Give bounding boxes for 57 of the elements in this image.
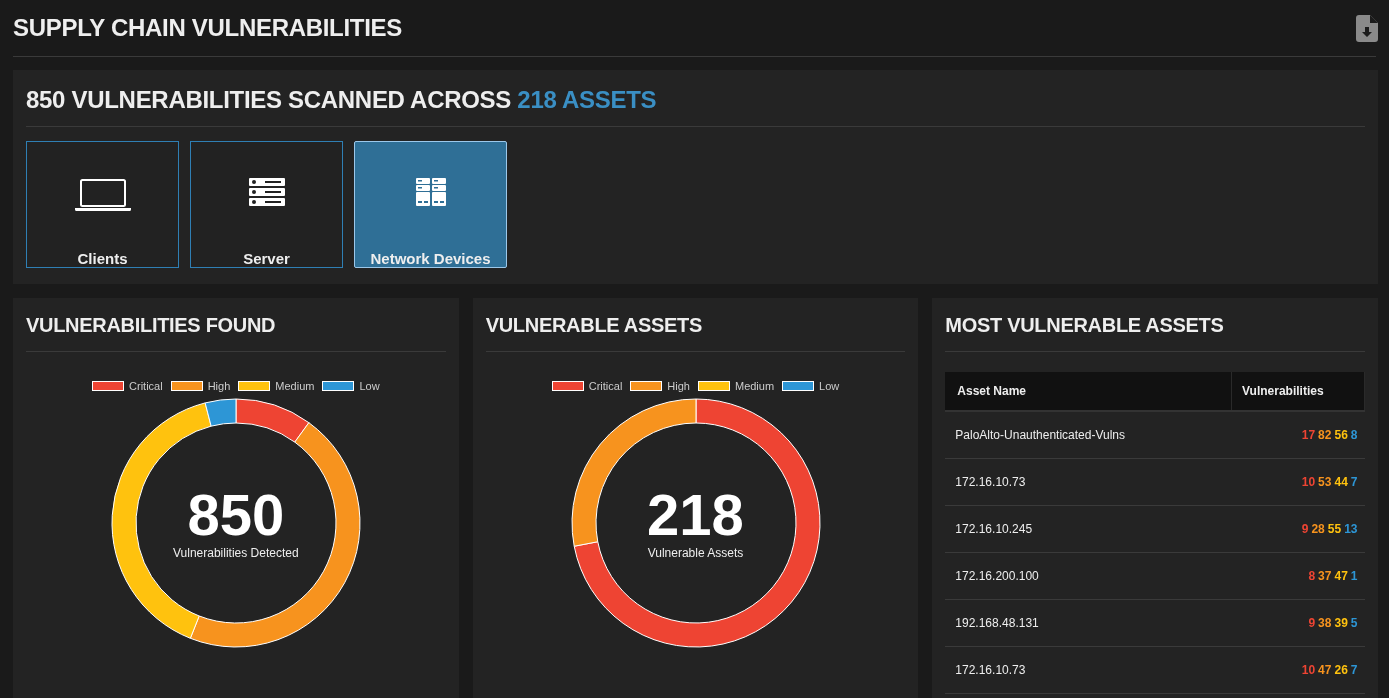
category-tile[interactable]: Clients xyxy=(26,141,179,268)
severity-count: 28 xyxy=(1311,522,1325,536)
severity-count: 55 xyxy=(1327,522,1342,536)
severity-count: 8 xyxy=(1308,569,1316,583)
severity-count: 44 xyxy=(1334,475,1348,489)
severity-count: 13 xyxy=(1344,522,1358,536)
panel-title: VULNERABILITIES FOUND xyxy=(26,298,446,352)
column-header: Vulnerabilities xyxy=(1231,372,1365,411)
severity-count: 39 xyxy=(1334,616,1348,630)
table-cell: PaloAlto-Unauthenticated-Vulns xyxy=(945,411,1232,459)
file-download-icon xyxy=(1356,14,1378,42)
table-cell: 172.16.10.245 xyxy=(945,505,1232,553)
legend-label: High xyxy=(207,380,231,392)
panel-title: MOST VULNERABLE ASSETS xyxy=(945,298,1365,352)
server-icon xyxy=(248,178,285,206)
severity-count: 9 xyxy=(1308,616,1316,630)
donut-total: 850 xyxy=(186,486,286,544)
severity-count: 10 xyxy=(1301,663,1316,677)
severity-count: 1 xyxy=(1350,569,1358,583)
severity-count: 8 xyxy=(1350,428,1358,442)
legend-label: Medium xyxy=(734,380,775,392)
severity-count: 17 xyxy=(1301,428,1316,442)
severity-count: 53 xyxy=(1318,475,1332,489)
severity-count: 47 xyxy=(1334,569,1348,583)
donut-caption: Vulnerable Assets xyxy=(646,546,745,560)
severity-count: 7 xyxy=(1350,475,1358,489)
severity-count: 7 xyxy=(1350,663,1358,677)
severity-count: 10 xyxy=(1301,475,1316,489)
severity-count: 9 xyxy=(1301,522,1309,536)
legend-label: Low xyxy=(359,380,380,392)
server-rack-icon xyxy=(415,178,446,206)
table-cell: 192.168.48.131 xyxy=(945,599,1232,647)
column-header: Asset Name xyxy=(945,372,1232,411)
severity-count: 47 xyxy=(1318,663,1332,677)
severity-count: 82 xyxy=(1318,428,1332,442)
severity-count: 38 xyxy=(1318,616,1332,630)
table-cell: 172.16.10.73 xyxy=(945,646,1232,694)
category-tile[interactable]: Server xyxy=(190,141,343,268)
summary-title: 850 VULNERABILITIES SCANNED ACROSS 218 ASSETS xyxy=(26,86,1365,127)
legend-label: Critical xyxy=(129,380,163,392)
page-title: SUPPLY CHAIN VULNERABILITIES xyxy=(13,14,402,42)
panel-title: VULNERABLE ASSETS xyxy=(485,298,906,352)
donut-total: 218 xyxy=(646,486,745,544)
severity-count: 26 xyxy=(1334,663,1348,677)
table-cell: 172.16.10.73 xyxy=(945,458,1232,506)
donut-caption: Vulnerabilities Detected xyxy=(172,546,300,560)
severity-count: 56 xyxy=(1334,428,1348,442)
download-button[interactable] xyxy=(1356,14,1378,42)
severity-count: 37 xyxy=(1318,569,1332,583)
category-tile[interactable]: Network Devices xyxy=(354,141,507,268)
legend-label: Medium xyxy=(275,380,315,392)
legend-label: High xyxy=(667,380,690,392)
severity-count: 5 xyxy=(1350,616,1358,630)
legend-label: Critical xyxy=(588,380,623,392)
table-cell: 172.16.200.100 xyxy=(945,552,1232,600)
laptop-icon xyxy=(74,178,131,211)
legend-label: Low xyxy=(819,380,840,392)
